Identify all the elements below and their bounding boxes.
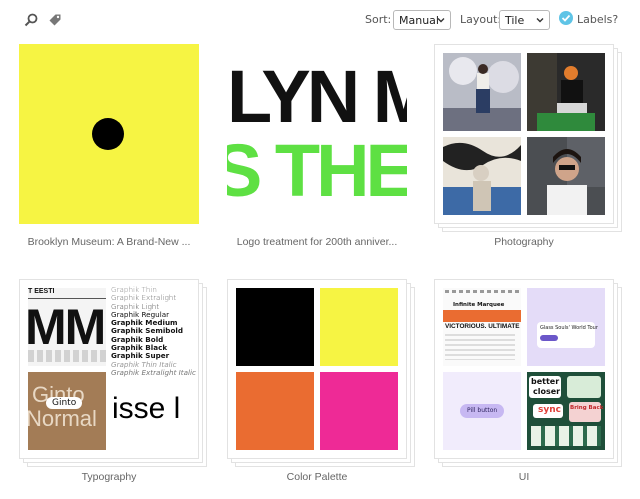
color-swatch-black (236, 288, 314, 366)
collection-thumbnail (434, 44, 614, 224)
collection-thumbnail: T EESTI MM Graphik Thin Graphik Extralig… (19, 279, 199, 459)
toolbar: Sort: Manual Layout: Tile Labels? (0, 0, 640, 40)
color-swatch-orange (236, 372, 314, 450)
ui-tile-pill: Pill button (443, 372, 521, 450)
color-swatch-yellow (320, 288, 398, 366)
sort-value: Manual (399, 14, 439, 27)
labels-checkbox[interactable] (559, 11, 573, 25)
collection-title[interactable]: Photography (434, 236, 614, 248)
sort-label: Sort: (365, 13, 392, 26)
search-icon[interactable] (24, 12, 40, 28)
black-dot-graphic (92, 118, 124, 150)
collection-card-logo-treatment[interactable]: LYN M S THE S (227, 44, 407, 224)
logo-wordmark-green: S THE S (227, 129, 407, 212)
logo-wordmark-black: LYN M (227, 55, 407, 138)
layout-value: Tile (505, 14, 525, 27)
photo-tile (443, 53, 521, 131)
collection-title[interactable]: Color Palette (227, 471, 407, 483)
sort-select[interactable]: Manual (393, 10, 451, 30)
photo-tile (527, 53, 605, 131)
collection-card-brooklyn[interactable] (19, 44, 199, 224)
collection-title[interactable]: Brooklyn Museum: A Brand-New ... (19, 236, 199, 248)
pill-button-text: Pill button (467, 407, 498, 414)
tag-icon[interactable] (48, 12, 64, 28)
collection-card-color-palette[interactable] (227, 279, 415, 467)
layout-select[interactable]: Tile (499, 10, 550, 30)
check-icon (561, 14, 571, 22)
collection-card-typography[interactable]: T EESTI MM Graphik Thin Graphik Extralig… (19, 279, 207, 467)
chevron-down-icon (536, 18, 544, 23)
chevron-down-icon (437, 18, 445, 23)
labels-toggle-label[interactable]: Labels? (577, 13, 618, 26)
collection-thumbnail (227, 279, 407, 459)
ui-tile-card: Glass Souls' World Tour (527, 288, 605, 366)
photo-tile (527, 137, 605, 215)
collection-card-photography[interactable] (434, 44, 622, 232)
ui-tile-marquee: Infinite Marquee VICTORIOUS. ULTIMATE (443, 288, 521, 366)
color-swatch-pink (320, 372, 398, 450)
type-tile-big-text: MM (28, 299, 106, 355)
collection-thumbnail: Infinite Marquee VICTORIOUS. ULTIMATE Gl… (434, 279, 614, 459)
ui-tile-stickers: better closer sync Bring Back (527, 372, 605, 450)
layout-label: Layout: (460, 13, 502, 26)
collection-title[interactable]: Typography (19, 471, 199, 483)
collection-title[interactable]: UI (434, 471, 614, 483)
type-tile-isse: isse l (112, 392, 181, 425)
type-tile-heading: T EESTI (28, 288, 55, 295)
ginto-chip: Ginto (46, 397, 83, 409)
type-tile: T EESTI MM (28, 288, 106, 366)
type-weight-list: Graphik Thin Graphik Extralight Graphik … (111, 285, 196, 377)
collection-title[interactable]: Logo treatment for 200th anniver... (227, 236, 407, 248)
collection-card-ui[interactable]: Infinite Marquee VICTORIOUS. ULTIMATE Gl… (434, 279, 622, 467)
type-tile-ginto: Ginto Normal Ginto (28, 372, 106, 450)
photo-tile (443, 137, 521, 215)
